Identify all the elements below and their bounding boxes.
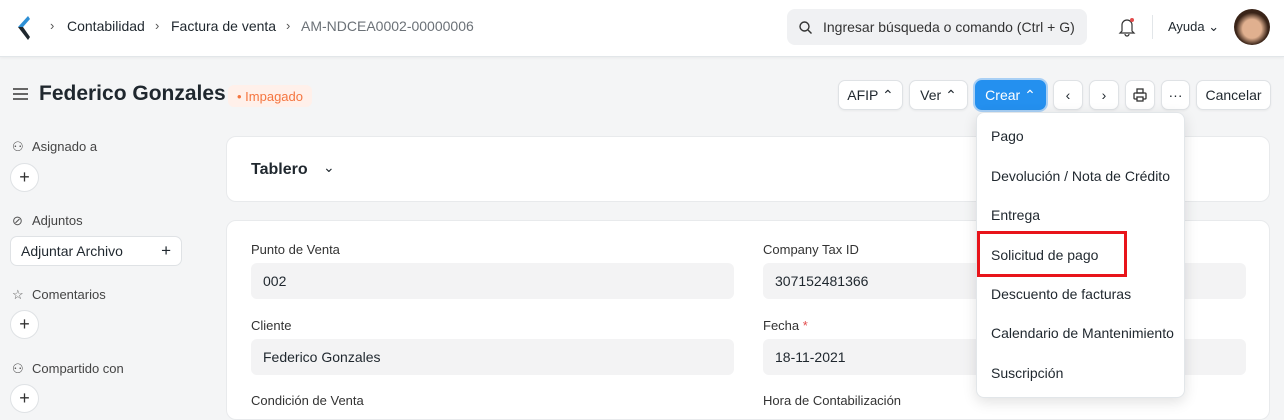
divider [1152,15,1153,39]
point-of-sale-field[interactable]: 002 [251,263,734,299]
menu-item-subscription[interactable]: Suscripción [991,365,1063,381]
comments-label: Comentarios [32,287,106,302]
search-placeholder: Ingresar búsqueda o comando (Ctrl + G) [823,19,1075,35]
print-button[interactable] [1125,80,1155,110]
breadcrumb-document[interactable]: AM-NDCEA0002-00000006 [301,18,474,34]
search-icon [799,21,812,34]
assigned-to-label: Asignado a [32,139,98,154]
star-icon: ☆ [12,287,24,302]
navbar: › Contabilidad › Factura de venta › AM-N… [0,0,1284,57]
menu-item-credit-note[interactable]: Devolución / Nota de Crédito [991,168,1170,184]
search-input[interactable]: Ingresar búsqueda o comando (Ctrl + G) [787,9,1087,45]
create-button[interactable]: Crear ⌃ [975,80,1046,110]
highlight-box [977,231,1127,277]
menu-item-delivery[interactable]: Entrega [991,207,1040,223]
chevron-right-icon: › [155,18,160,33]
chevron-right-icon: › [50,18,55,33]
next-button[interactable]: › [1089,80,1119,110]
status-label: Impagado [245,89,303,104]
breadcrumb-accounting[interactable]: Contabilidad [67,18,145,34]
customer-label: Cliente [251,318,292,333]
menu-item-invoice-discounting[interactable]: Descuento de facturas [991,286,1131,302]
chevron-right-icon: › [286,18,291,33]
more-button[interactable]: ··· [1161,80,1190,110]
paperclip-icon: ⊘ [12,213,23,228]
breadcrumb-sales-invoice[interactable]: Factura de venta [171,18,276,34]
chevron-left-icon: ‹ [1065,87,1071,103]
company-tax-id-label: Company Tax ID [763,242,859,257]
attach-file-button[interactable]: Adjuntar Archivo + [10,236,182,266]
printer-icon [1133,88,1147,102]
status-badge: • Impagado [228,85,312,107]
menu-item-maintenance-schedule[interactable]: Calendario de Mantenimiento [991,325,1174,341]
plus-icon: + [161,241,171,260]
attachments-label: Adjuntos [32,213,83,228]
add-assignee-button[interactable]: + [10,163,39,192]
user-plus-icon: ⚇ [12,139,24,154]
users-icon: ⚇ [12,361,24,376]
chevron-right-icon: › [1101,87,1107,103]
chevron-down-icon[interactable]: ⌄ [323,159,335,176]
customer-field[interactable]: Federico Gonzales [251,339,734,375]
dashboard-toggle[interactable]: Tablero [251,161,308,179]
chevron-down-icon: ⌄ [1208,19,1220,34]
page-title: Federico Gonzales [39,82,226,105]
menu-item-payment[interactable]: Pago [991,128,1024,144]
posting-time-label: Hora de Contabilización [763,393,902,408]
previous-button[interactable]: ‹ [1053,80,1083,110]
cancel-button[interactable]: Cancelar [1196,80,1271,110]
avatar[interactable] [1234,9,1270,45]
add-comment-button[interactable]: + [10,310,39,339]
shared-with-label: Compartido con [32,361,124,376]
date-label: Fecha * [763,318,808,333]
afip-button[interactable]: AFIP ⌃ [838,80,903,110]
point-of-sale-label: Punto de Venta [251,242,340,257]
app-logo-icon[interactable] [14,15,32,41]
help-label: Ayuda [1168,19,1205,34]
view-button[interactable]: Ver ⌃ [909,80,968,110]
sale-condition-label: Condición de Venta [251,393,364,408]
notification-bell-icon[interactable] [1118,17,1136,37]
help-menu[interactable]: Ayuda ⌄ [1168,19,1219,35]
sidebar-toggle-icon[interactable] [13,88,28,100]
